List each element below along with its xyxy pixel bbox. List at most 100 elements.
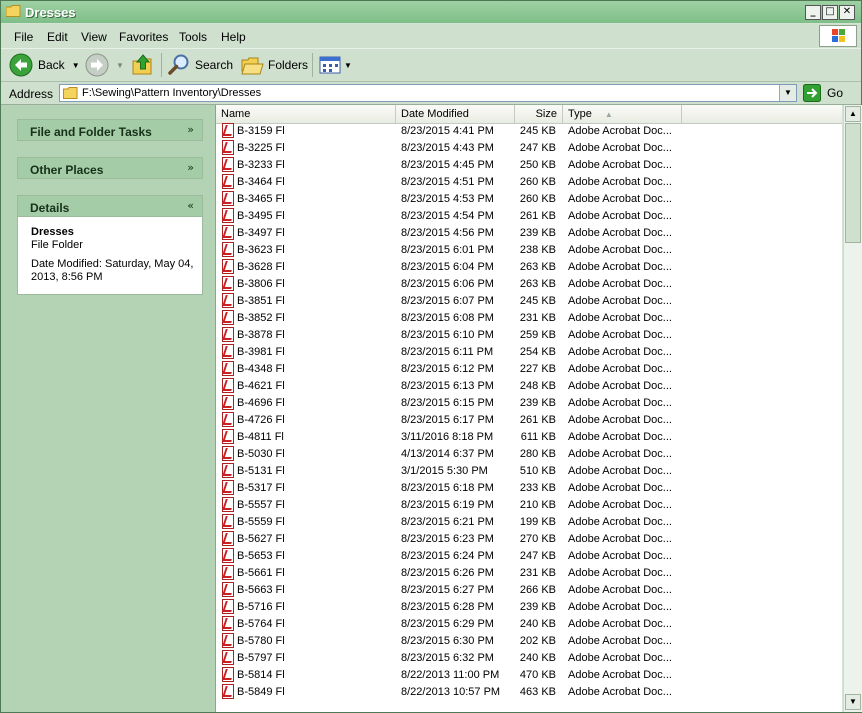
file-row[interactable]: B-4348 Fl 8/23/2015 6:12 PM 227 KB Adobe Ac…: [216, 361, 682, 378]
file-date: 8/23/2015 6:23 PM: [401, 533, 494, 545]
views-button[interactable]: ▼: [319, 53, 352, 77]
file-row[interactable]: B-5797 Fl 8/23/2015 6:32 PM 240 KB Adobe Ac…: [216, 650, 682, 667]
column-size[interactable]: Size: [515, 105, 563, 123]
file-name: B-5764 Fl: [237, 618, 285, 630]
file-row[interactable]: B-3981 Fl 8/23/2015 6:11 PM 254 KB Adobe Ac…: [216, 344, 682, 361]
forward-dropdown-icon[interactable]: ▼: [116, 61, 124, 70]
forward-button[interactable]: ▼: [85, 53, 124, 77]
menu-favorites[interactable]: Favorites: [119, 30, 168, 44]
file-name: B-4811 Fl: [237, 431, 284, 443]
search-button[interactable]: Search: [167, 53, 233, 77]
vertical-scrollbar[interactable]: ▲ ▼: [843, 105, 862, 712]
menu-edit[interactable]: Edit: [47, 30, 68, 44]
file-date: 8/23/2015 6:11 PM: [401, 346, 494, 358]
file-type: Adobe Acrobat Doc...: [568, 346, 672, 358]
file-row[interactable]: B-3623 Fl 8/23/2015 6:01 PM 238 KB Adobe Ac…: [216, 242, 682, 259]
column-date-modified[interactable]: Date Modified: [396, 105, 515, 123]
file-row[interactable]: B-4726 Fl 8/23/2015 6:17 PM 261 KB Adobe Ac…: [216, 412, 682, 429]
search-icon: [168, 54, 189, 75]
menu-tools[interactable]: Tools: [179, 30, 207, 44]
file-row[interactable]: B-5559 Fl 8/23/2015 6:21 PM 199 KB Adobe Ac…: [216, 514, 682, 531]
file-name: B-4348 Fl: [237, 363, 285, 375]
menu-file[interactable]: File: [14, 30, 33, 44]
file-row[interactable]: B-3464 Fl 8/23/2015 4:51 PM 260 KB Adobe Ac…: [216, 174, 682, 191]
back-label: Back: [38, 58, 65, 72]
expand-chevron-icon[interactable]: »: [187, 161, 194, 174]
views-dropdown-icon[interactable]: ▼: [344, 61, 352, 70]
pdf-file-icon: [222, 412, 234, 427]
details-header[interactable]: Details «: [17, 195, 203, 217]
menu-view[interactable]: View: [81, 30, 107, 44]
back-dropdown-icon[interactable]: ▼: [72, 61, 80, 70]
file-type: Adobe Acrobat Doc...: [568, 431, 672, 443]
pdf-file-icon: [222, 633, 234, 648]
file-row[interactable]: B-5764 Fl 8/23/2015 6:29 PM 240 KB Adobe Ac…: [216, 616, 682, 633]
details-title: Details: [30, 201, 70, 215]
menu-help[interactable]: Help: [221, 30, 246, 44]
file-row[interactable]: B-5627 Fl 8/23/2015 6:23 PM 270 KB Adobe Ac…: [216, 531, 682, 548]
file-row[interactable]: B-4621 Fl 8/23/2015 6:13 PM 248 KB Adobe Ac…: [216, 378, 682, 395]
file-size: 510 KB: [519, 465, 556, 477]
file-name: B-3628 Fl: [237, 261, 285, 273]
file-row[interactable]: B-3806 Fl 8/23/2015 6:06 PM 263 KB Adobe Ac…: [216, 276, 682, 293]
pdf-file-icon: [222, 497, 234, 512]
file-size: 245 KB: [519, 125, 556, 137]
file-row[interactable]: B-5317 Fl 8/23/2015 6:18 PM 233 KB Adobe Ac…: [216, 480, 682, 497]
file-row[interactable]: B-5716 Fl 8/23/2015 6:28 PM 239 KB Adobe Ac…: [216, 599, 682, 616]
expand-chevron-icon[interactable]: »: [187, 123, 194, 136]
close-button[interactable]: ✕: [839, 5, 855, 20]
file-row[interactable]: B-4811 Fl 3/11/2016 8:18 PM 611 KB Adobe Ac…: [216, 429, 682, 446]
file-row[interactable]: B-3465 Fl 8/23/2015 4:53 PM 260 KB Adobe Ac…: [216, 191, 682, 208]
column-type[interactable]: Type ▲: [563, 105, 682, 123]
address-input[interactable]: F:\Sewing\Pattern Inventory\Dresses ▼: [59, 84, 797, 102]
file-size: 463 KB: [519, 686, 556, 698]
file-row[interactable]: B-3225 Fl 8/23/2015 4:43 PM 247 KB Adobe Ac…: [216, 140, 682, 157]
file-row[interactable]: B-3233 Fl 8/23/2015 4:45 PM 250 KB Adobe Ac…: [216, 157, 682, 174]
file-type: Adobe Acrobat Doc...: [568, 329, 672, 341]
back-button[interactable]: Back ▼: [9, 53, 80, 77]
file-row[interactable]: B-3878 Fl 8/23/2015 6:10 PM 259 KB Adobe Ac…: [216, 327, 682, 344]
file-date: 8/22/2013 11:00 PM: [401, 669, 500, 681]
folders-button[interactable]: Folders: [240, 53, 308, 77]
title-bar[interactable]: Dresses _ □ ✕: [1, 1, 861, 23]
file-row[interactable]: B-5030 Fl 4/13/2014 6:37 PM 280 KB Adobe Ac…: [216, 446, 682, 463]
details-panel: Dresses File Folder Date Modified: Satur…: [17, 217, 203, 295]
file-row[interactable]: B-3852 Fl 8/23/2015 6:08 PM 231 KB Adobe Ac…: [216, 310, 682, 327]
file-row[interactable]: B-5780 Fl 8/23/2015 6:30 PM 202 KB Adobe Ac…: [216, 633, 682, 650]
file-row[interactable]: B-5557 Fl 8/23/2015 6:19 PM 210 KB Adobe Ac…: [216, 497, 682, 514]
file-row[interactable]: B-3628 Fl 8/23/2015 6:04 PM 263 KB Adobe Ac…: [216, 259, 682, 276]
maximize-button[interactable]: □: [822, 5, 838, 20]
toolbar-separator: [312, 53, 313, 77]
collapse-chevron-icon[interactable]: «: [187, 199, 194, 212]
file-row[interactable]: B-5814 Fl 8/22/2013 11:00 PM 470 KB Adobe A…: [216, 667, 682, 684]
up-folder-button[interactable]: [131, 53, 155, 77]
go-button[interactable]: Go: [803, 83, 857, 103]
file-date: 8/23/2015 6:26 PM: [401, 567, 494, 579]
file-row[interactable]: B-5653 Fl 8/23/2015 6:24 PM 247 KB Adobe Ac…: [216, 548, 682, 565]
file-row[interactable]: B-5661 Fl 8/23/2015 6:26 PM 231 KB Adobe Ac…: [216, 565, 682, 582]
file-row[interactable]: B-3851 Fl 8/23/2015 6:07 PM 245 KB Adobe Ac…: [216, 293, 682, 310]
file-row[interactable]: B-3497 Fl 8/23/2015 4:56 PM 239 KB Adobe Ac…: [216, 225, 682, 242]
other-places-header[interactable]: Other Places »: [17, 157, 203, 179]
file-row[interactable]: B-3495 Fl 8/23/2015 4:54 PM 261 KB Adobe Ac…: [216, 208, 682, 225]
pdf-file-icon: [222, 531, 234, 546]
file-date: 8/23/2015 6:28 PM: [401, 601, 494, 613]
file-row[interactable]: B-5663 Fl 8/23/2015 6:27 PM 266 KB Adobe Ac…: [216, 582, 682, 599]
scroll-thumb[interactable]: [845, 123, 861, 243]
file-size: 231 KB: [519, 312, 556, 324]
column-name[interactable]: Name: [216, 105, 396, 123]
file-name: B-3623 Fl: [237, 244, 285, 256]
file-date: 8/23/2015 6:30 PM: [401, 635, 494, 647]
scroll-down-button[interactable]: ▼: [845, 694, 861, 710]
address-dropdown-icon[interactable]: ▼: [779, 85, 796, 101]
file-date: 3/11/2016 8:18 PM: [401, 431, 494, 443]
minimize-button[interactable]: _: [805, 5, 821, 20]
file-type: Adobe Acrobat Doc...: [568, 618, 672, 630]
scroll-up-button[interactable]: ▲: [845, 106, 861, 122]
file-row[interactable]: B-5131 Fl 3/1/2015 5:30 PM 510 KB Adobe Acr…: [216, 463, 682, 480]
file-row[interactable]: B-3159 Fl 8/23/2015 4:41 PM 245 KB Adobe Ac…: [216, 123, 682, 140]
file-folder-tasks-header[interactable]: File and Folder Tasks »: [17, 119, 203, 141]
file-row[interactable]: B-4696 Fl 8/23/2015 6:15 PM 239 KB Adobe Ac…: [216, 395, 682, 412]
file-row[interactable]: B-5849 Fl 8/22/2013 10:57 PM 463 KB Adobe A…: [216, 684, 682, 701]
file-type: Adobe Acrobat Doc...: [568, 465, 672, 477]
